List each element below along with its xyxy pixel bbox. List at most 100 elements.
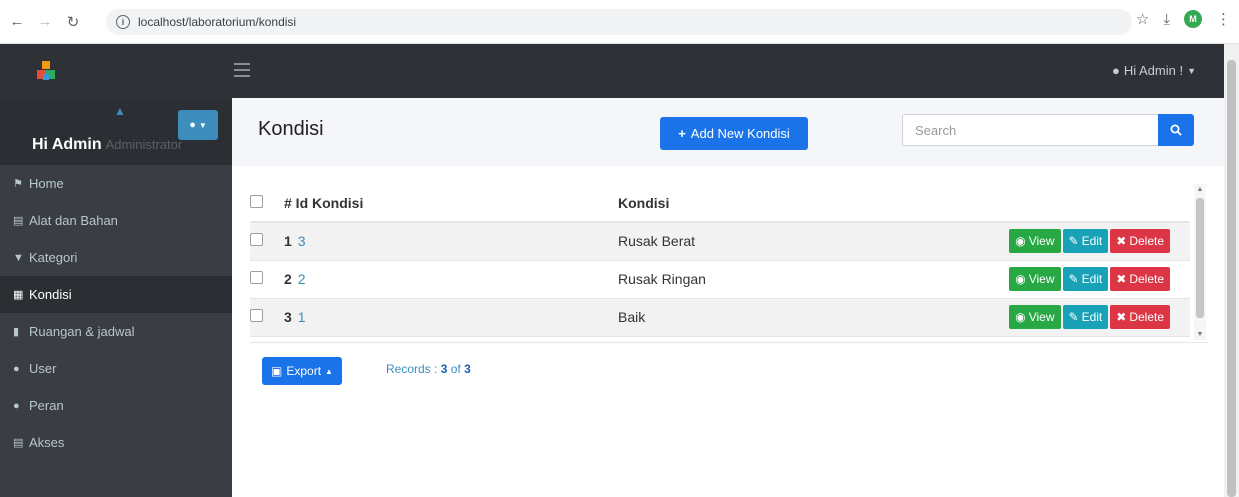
column-header-kondisi[interactable]: Kondisi xyxy=(618,184,804,223)
edit-label: Edit xyxy=(1081,272,1103,286)
edit-button[interactable]: ✎ Edit xyxy=(1062,267,1109,291)
view-button[interactable]: ◉ View xyxy=(1009,229,1061,254)
sidebar-item-kondisi[interactable]: ▦ Kondisi xyxy=(0,276,232,313)
kondisi-cell: Rusak Berat xyxy=(618,233,696,250)
view-label: View xyxy=(1028,310,1055,324)
plus-icon: + xyxy=(678,126,686,141)
records-label: Records : xyxy=(386,362,438,376)
sidebar-item-home[interactable]: ⚑ Home xyxy=(0,165,232,202)
sidebar-user-name: Hi Admin Administrator xyxy=(32,136,182,154)
bookmark-star-icon[interactable]: ☆ xyxy=(1136,10,1149,28)
search-input[interactable] xyxy=(902,114,1159,146)
delete-label: Delete xyxy=(1129,234,1164,249)
sidebar-item-label: Ruangan & jadwal xyxy=(29,324,135,339)
home-icon: ⚑ xyxy=(13,178,23,190)
edit-icon: ✎ xyxy=(1068,234,1079,249)
sidebar-item-user[interactable]: ● User xyxy=(0,350,232,387)
sidebar-item-kategori[interactable]: ▼ Kategori xyxy=(0,239,232,276)
edit-label: Edit xyxy=(1081,310,1103,324)
edit-icon: ✎ xyxy=(1068,310,1079,324)
app-topbar: ● Hi Admin ! ▼ xyxy=(0,44,1224,98)
menu-toggle-icon[interactable] xyxy=(234,63,250,77)
user-greeting: Hi Admin ! xyxy=(1123,63,1184,78)
page-scrollbar[interactable] xyxy=(1224,44,1239,497)
edit-button[interactable]: ✎ Edit xyxy=(1062,305,1109,329)
id-link[interactable]: 2 xyxy=(298,271,306,287)
row-checkbox[interactable] xyxy=(250,271,263,284)
kondisi-table: # Id Kondisi Kondisi 13 Rusak Berat ◉ Vie… xyxy=(250,184,1190,337)
profile-avatar[interactable]: M xyxy=(1184,10,1202,28)
sidebar-item-ruangan-jadwal[interactable]: ▮ Ruangan & jadwal xyxy=(0,313,232,350)
user-icon: ● xyxy=(189,119,196,131)
table-row: 31 Baik ◉ View ✎ Edit ✖ Delete xyxy=(250,298,1190,336)
row-checkbox[interactable] xyxy=(250,233,263,247)
id-link[interactable]: 3 xyxy=(298,233,306,249)
user-dropdown[interactable]: ● Hi Admin ! ▼ xyxy=(1112,63,1196,78)
content-header: Kondisi + Add New Kondisi xyxy=(232,98,1224,166)
edit-icon: ✎ xyxy=(1068,272,1079,286)
eye-icon: ◉ xyxy=(1015,272,1026,286)
download-icon[interactable]: ⤓ xyxy=(1163,11,1170,28)
user-role: Administrator xyxy=(105,137,183,152)
row-number: 3 xyxy=(284,309,292,325)
user-name: Hi Admin xyxy=(32,136,102,153)
export-label: Export xyxy=(286,364,322,378)
reload-icon[interactable]: ↻ xyxy=(62,11,84,33)
edit-button[interactable]: ✎ Edit xyxy=(1062,229,1109,254)
view-button[interactable]: ◉ View xyxy=(1009,305,1061,329)
delete-label: Delete xyxy=(1129,310,1164,324)
sidebar-item-peran[interactable]: ● Peran xyxy=(0,387,232,424)
url-text: localhost/laboratorium/kondisi xyxy=(138,15,297,29)
table-scrollbar[interactable]: ▲ ▼ xyxy=(1194,184,1206,340)
user-icon: ● xyxy=(13,362,20,375)
sidebar-item-label: Home xyxy=(29,176,64,191)
delete-label: Delete xyxy=(1129,272,1164,286)
column-header-id[interactable]: # Id Kondisi xyxy=(284,184,618,223)
user-panel: ▲ Hi Admin Administrator ● ▼ xyxy=(0,98,232,165)
site-info-icon[interactable]: i xyxy=(116,15,130,29)
database-icon: ▤ xyxy=(13,437,24,449)
forward-icon[interactable]: → xyxy=(34,11,56,33)
caret-down-icon: ▼ xyxy=(198,120,207,130)
kondisi-cell: Baik xyxy=(618,309,646,325)
save-icon: ▣ xyxy=(271,364,283,378)
users-icon: ● xyxy=(13,399,20,412)
browser-menu-icon[interactable]: ⋮ xyxy=(1216,10,1231,28)
table-header-row: # Id Kondisi Kondisi xyxy=(250,184,1190,223)
scroll-down-icon[interactable]: ▼ xyxy=(1196,331,1204,338)
sidebar: ▲ Hi Admin Administrator ● ▼ ⚑ Home ▤ Ala… xyxy=(0,98,232,497)
sidebar-item-akses[interactable]: ▤ Akses xyxy=(0,424,232,461)
search-button[interactable] xyxy=(1158,114,1194,146)
sidebar-item-label: Kondisi xyxy=(29,287,72,302)
address-bar[interactable]: i localhost/laboratorium/kondisi xyxy=(106,9,1132,35)
export-button[interactable]: ▣ Export ▲ xyxy=(262,357,342,385)
search-icon xyxy=(1170,124,1182,136)
table-divider xyxy=(250,342,1208,343)
row-number: 1 xyxy=(284,233,292,250)
delete-button[interactable]: ✖ Delete xyxy=(1110,305,1170,329)
page-title: Kondisi xyxy=(258,118,324,140)
close-icon: ✖ xyxy=(1116,310,1127,324)
back-icon[interactable]: ← xyxy=(6,11,28,33)
table-row: 13 Rusak Berat ◉ View ✎ Edit ✖ Delete xyxy=(250,222,1190,260)
select-all-checkbox[interactable] xyxy=(250,194,263,208)
browser-toolbar: ← → ↻ i localhost/laboratorium/kondisi ☆… xyxy=(0,0,1239,44)
add-new-kondisi-button[interactable]: + Add New Kondisi xyxy=(660,117,808,150)
sidebar-item-label: Kategori xyxy=(29,250,78,265)
id-link[interactable]: 1 xyxy=(298,309,306,325)
sidebar-item-alat-dan-bahan[interactable]: ▤ Alat dan Bahan xyxy=(0,202,232,239)
delete-button[interactable]: ✖ Delete xyxy=(1110,229,1170,254)
records-total: 3 xyxy=(464,362,471,376)
close-icon: ✖ xyxy=(1116,234,1127,249)
delete-button[interactable]: ✖ Delete xyxy=(1110,267,1170,291)
table-row: 22 Rusak Ringan ◉ View ✎ Edit ✖ Delete xyxy=(250,260,1190,298)
view-button[interactable]: ◉ View xyxy=(1009,267,1061,291)
caret-down-icon: ▼ xyxy=(1187,65,1196,76)
row-checkbox[interactable] xyxy=(250,309,263,322)
records-shown: 3 xyxy=(440,362,448,376)
scroll-up-icon[interactable]: ▲ xyxy=(1196,186,1204,193)
main-content: Kondisi + Add New Kondisi # Id Kondisi K… xyxy=(232,98,1224,497)
app-logo-icon xyxy=(37,61,55,80)
user-options-button[interactable]: ● ▼ xyxy=(178,110,218,140)
close-icon: ✖ xyxy=(1116,272,1127,286)
